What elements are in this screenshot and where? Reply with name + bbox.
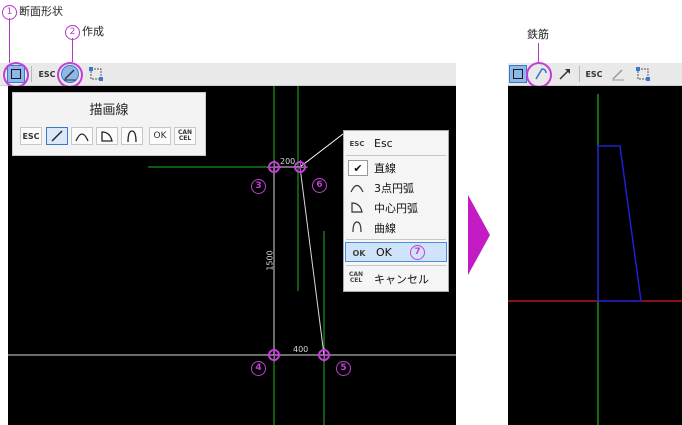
dimension-vertical: 1500: [265, 250, 275, 271]
highlight-ring: [3, 62, 29, 88]
menu-item-label: キャンセル: [374, 273, 429, 286]
menu-separator: [346, 265, 446, 266]
menu-item-label: 曲線: [374, 222, 396, 235]
palette-center-arc-button[interactable]: [96, 127, 118, 145]
callout-label: 断面形状: [19, 5, 63, 18]
right-drawing-canvas[interactable]: [508, 86, 682, 425]
esc-button[interactable]: ESC: [584, 65, 604, 83]
menu-item-esc[interactable]: ESC Esc: [344, 134, 448, 154]
menu-item-label: Esc: [374, 137, 393, 150]
menu-item-label: 3点円弧: [374, 182, 414, 195]
menu-item-cancel[interactable]: CAN CEL キャンセル: [344, 268, 448, 288]
menu-item-ok[interactable]: OK OK 7: [345, 242, 447, 262]
marker-number: 5: [336, 361, 351, 376]
select-points-button[interactable]: [634, 65, 652, 83]
next-step-arrow: [468, 195, 490, 275]
section-shape-button[interactable]: [509, 65, 527, 83]
point-select-icon: [636, 67, 650, 81]
palette-title: 描画線: [89, 103, 129, 118]
highlight-ring: [57, 62, 83, 88]
draw-context-menu: ESC Esc ✔ 直線 3点円弧 中心円弧 曲線 OK OK 7 CAN CE…: [343, 130, 449, 292]
curve-icon: [127, 130, 137, 143]
menu-item-label: OK: [376, 246, 392, 259]
pencil-icon: [612, 69, 624, 81]
menu-item-label: 中心円弧: [374, 202, 418, 215]
square-icon: [513, 69, 523, 79]
arc3-icon: [348, 180, 366, 194]
menu-item-3point-arc[interactable]: 3点円弧: [344, 177, 448, 197]
callout-rebar: 鉄筋: [527, 26, 549, 42]
callout-create: 2 作成: [65, 23, 104, 40]
center-arc-icon: [101, 131, 113, 142]
callout-label: 作成: [82, 25, 104, 38]
dimension-bottom: 400: [293, 345, 309, 354]
palette-line-button[interactable]: [46, 127, 68, 145]
select-points-button[interactable]: [87, 65, 105, 83]
callout-leader: [72, 38, 73, 62]
ok-icon: OK: [352, 248, 366, 258]
toolbar-separator: [31, 66, 32, 82]
point-marker: [293, 160, 307, 174]
arc3-icon: [75, 133, 89, 142]
check-icon: ✔: [348, 160, 368, 176]
menu-item-label: 直線: [374, 162, 396, 175]
marker-number: 6: [312, 178, 327, 193]
rebar-result-drawing: [508, 94, 682, 425]
center-arc-icon: [348, 200, 366, 214]
callout-label: 鉄筋: [527, 28, 549, 41]
palette-esc-button[interactable]: ESC: [20, 127, 42, 145]
marker-number: 4: [251, 361, 266, 376]
highlight-ring: [526, 62, 552, 88]
palette-arc3-button[interactable]: [71, 127, 93, 145]
menu-step-badge: 7: [410, 245, 425, 260]
point-marker: [267, 348, 281, 362]
arrow-button[interactable]: [556, 65, 574, 83]
point-select-icon: [89, 67, 103, 81]
callout-leader: [9, 18, 10, 65]
menu-item-curve[interactable]: 曲線: [344, 217, 448, 237]
point-marker: [317, 348, 331, 362]
dimension-top: 200: [280, 157, 296, 166]
esc-icon: ESC: [349, 140, 365, 148]
menu-item-center-arc[interactable]: 中心円弧: [344, 197, 448, 217]
curve-icon: [348, 220, 366, 234]
marker-number: 3: [251, 179, 266, 194]
draw-line-palette: 描画線 ESC OK CAN CEL: [12, 92, 206, 156]
esc-button[interactable]: ESC: [37, 65, 57, 83]
menu-separator: [346, 155, 446, 156]
toolbar-separator: [579, 66, 580, 82]
palette-ok-button[interactable]: OK: [149, 127, 171, 145]
cancel-icon: CAN CEL: [348, 271, 364, 284]
arrow-icon: [559, 69, 570, 80]
callout-section-shape: 1 断面形状: [2, 3, 63, 20]
menu-separator: [346, 239, 446, 240]
create-button[interactable]: [609, 65, 627, 83]
callout-leader: [538, 43, 539, 63]
palette-cancel-button[interactable]: CAN CEL: [174, 127, 196, 145]
line-icon: [51, 130, 63, 142]
menu-item-straight-line[interactable]: ✔ 直線: [344, 157, 448, 177]
point-marker: [267, 160, 281, 174]
palette-curve-button[interactable]: [121, 127, 143, 145]
